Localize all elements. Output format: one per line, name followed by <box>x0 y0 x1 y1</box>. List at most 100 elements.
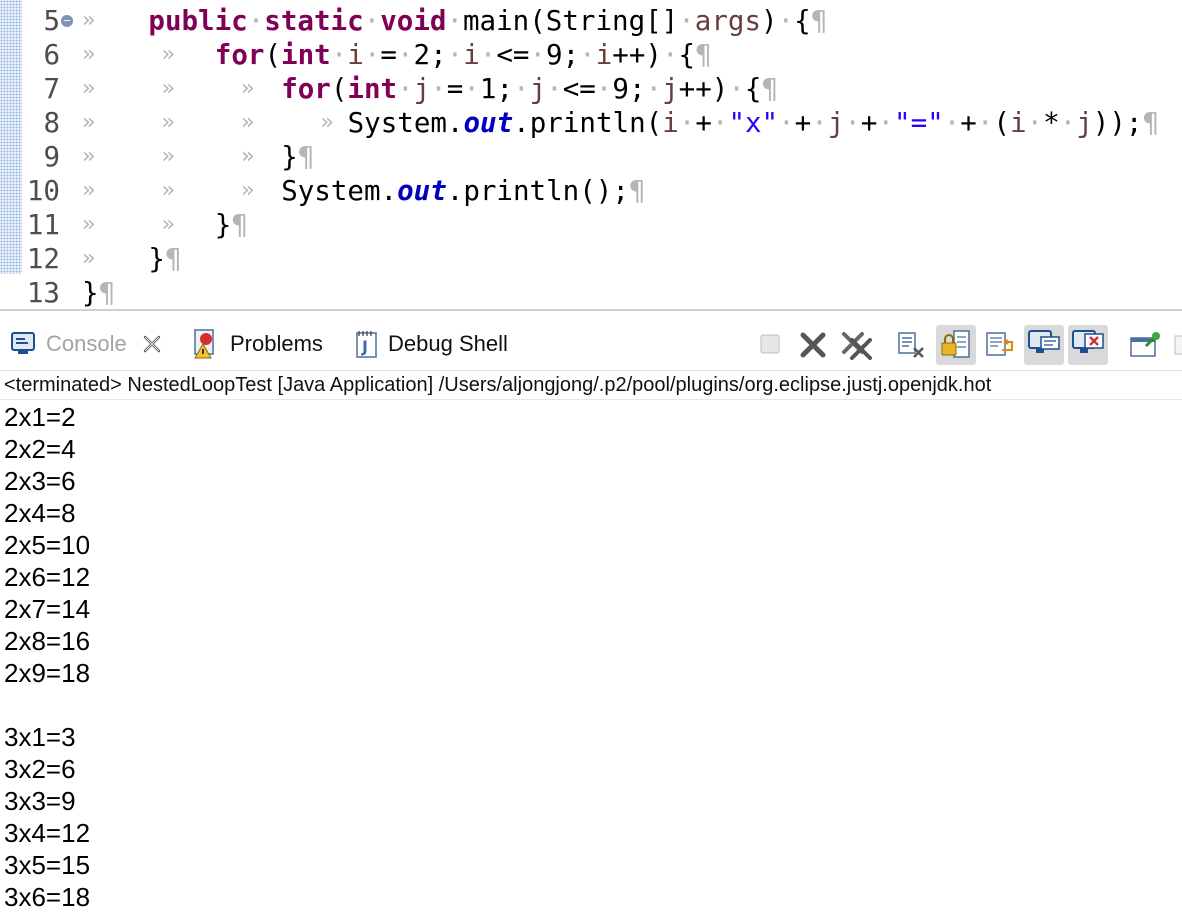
code-token: j <box>827 107 845 139</box>
console-output[interactable]: 2x1=2 2x2=4 2x3=6 2x4=8 2x5=10 2x6=12 2x7=14 2x… <box>4 401 1174 913</box>
console-output-line: 3x2=6 <box>4 754 76 784</box>
tab-whitespace-markers: » » <box>82 212 241 237</box>
clear-console-icon[interactable] <box>896 330 926 360</box>
whitespace-marker: ¶ <box>695 39 712 71</box>
open-console-icon[interactable] <box>1172 330 1182 360</box>
tab-whitespace-markers: » » » » <box>82 110 400 135</box>
whitespace-marker: · <box>778 107 795 139</box>
whitespace-marker: · <box>463 73 480 105</box>
tab-debug-shell-label: Debug Shell <box>388 331 508 356</box>
code-token: ++) <box>678 73 729 105</box>
code-token: + <box>794 107 812 139</box>
code-token: = <box>446 73 464 105</box>
close-tab-icon[interactable] <box>141 333 163 355</box>
code-token: "x" <box>728 107 779 139</box>
code-token: i <box>463 39 480 71</box>
code-editor[interactable]: 5−» public·static·void·main(String[]·arg… <box>0 0 1182 310</box>
whitespace-marker: · <box>430 73 447 105</box>
tab-debug-shell[interactable]: J Debug Shell <box>354 318 508 370</box>
whitespace-marker: · <box>661 39 679 71</box>
remove-all-terminated-icon[interactable] <box>840 330 872 360</box>
code-token: + <box>860 107 878 139</box>
view-divider[interactable] <box>0 309 1182 311</box>
whitespace-marker: · <box>1026 107 1044 139</box>
pin-console-icon[interactable] <box>1128 330 1160 360</box>
terminate-icon[interactable] <box>756 330 786 360</box>
code-token: void <box>380 5 447 37</box>
whitespace-marker: ¶ <box>231 209 248 241</box>
code-token: 9; <box>612 73 646 105</box>
console-status-line: <terminated> NestedLoopTest [Java Applic… <box>4 374 992 396</box>
tab-problems[interactable]: Problems <box>192 318 323 370</box>
line-number: 12 <box>26 243 60 275</box>
whitespace-marker: · <box>844 107 861 139</box>
whitespace-marker: ¶ <box>164 243 182 275</box>
code-token: + <box>960 107 977 139</box>
whitespace-marker: · <box>645 73 663 105</box>
whitespace-marker: · <box>711 107 729 139</box>
whitespace-marker: · <box>943 107 961 139</box>
whitespace-marker: ¶ <box>98 277 116 309</box>
code-token: ( <box>264 39 282 71</box>
code-token: } <box>214 209 232 241</box>
whitespace-marker: ¶ <box>297 141 315 173</box>
code-token: )); <box>1092 107 1143 139</box>
console-output-line: 2x8=16 <box>4 626 91 656</box>
whitespace-marker: · <box>397 73 414 105</box>
code-token: out <box>463 107 514 139</box>
console-view-tabbar: Console Problems J Debug Shell <box>0 318 1182 371</box>
code-token: = <box>380 39 397 71</box>
code-token: System. <box>347 107 464 139</box>
code-token: args <box>694 5 762 37</box>
tab-whitespace-markers: » <box>82 246 162 271</box>
line-number: 13 <box>26 277 60 309</box>
whitespace-marker: · <box>811 107 828 139</box>
whitespace-marker: · <box>728 73 745 105</box>
whitespace-marker: · <box>579 39 596 71</box>
line-number: 7 <box>43 73 60 105</box>
code-token: 9; <box>546 39 580 71</box>
code-token: * <box>1043 107 1060 139</box>
code-token: 1; <box>479 73 514 105</box>
whitespace-marker: · <box>595 73 613 105</box>
code-token: j <box>529 73 547 105</box>
code-token: i <box>347 39 364 71</box>
word-wrap-icon[interactable] <box>984 330 1014 360</box>
code-text: » }¶ <box>82 242 182 276</box>
code-token: { <box>794 5 811 37</box>
show-on-stderr-icon[interactable] <box>1068 325 1108 365</box>
line-number: 8 <box>43 107 60 139</box>
whitespace-marker: · <box>330 39 348 71</box>
svg-text:J: J <box>361 337 368 356</box>
line-number: 5 <box>43 5 60 37</box>
remove-launch-icon[interactable] <box>798 330 828 360</box>
whitespace-marker: ¶ <box>628 175 646 207</box>
collapse-fold-icon[interactable]: − <box>61 15 73 27</box>
tab-whitespace-markers: » » » <box>82 178 321 203</box>
console-output-line: 2x4=8 <box>4 498 76 528</box>
code-line: 12 » }¶ <box>0 242 1182 276</box>
code-text: }¶ <box>82 276 115 310</box>
code-token: ++) <box>612 39 662 71</box>
whitespace-marker: · <box>446 39 464 71</box>
scroll-lock-icon[interactable] <box>936 325 976 365</box>
console-output-line: 2x7=14 <box>4 594 91 624</box>
whitespace-marker: · <box>678 107 696 139</box>
code-token: j <box>413 73 431 105</box>
tab-whitespace-markers: » » <box>82 42 241 67</box>
show-on-stdout-icon[interactable] <box>1024 325 1064 365</box>
code-token: i <box>662 107 679 139</box>
code-token: ( <box>330 73 348 105</box>
tab-whitespace-markers: » » » <box>82 76 321 101</box>
code-line: 7» » » for(int·j·=·1;·j·<=·9;·j++)·{¶ <box>0 72 1182 106</box>
console-output-line: 2x9=18 <box>4 658 91 688</box>
whitespace-marker: · <box>513 73 530 105</box>
code-token: .println( <box>513 107 663 139</box>
whitespace-marker: ¶ <box>810 5 828 37</box>
tab-console[interactable]: Console <box>10 318 163 370</box>
line-number: 11 <box>26 209 60 241</box>
code-token: } <box>82 277 99 309</box>
code-token: int <box>347 73 398 105</box>
console-output-line: 2x5=10 <box>4 530 91 560</box>
